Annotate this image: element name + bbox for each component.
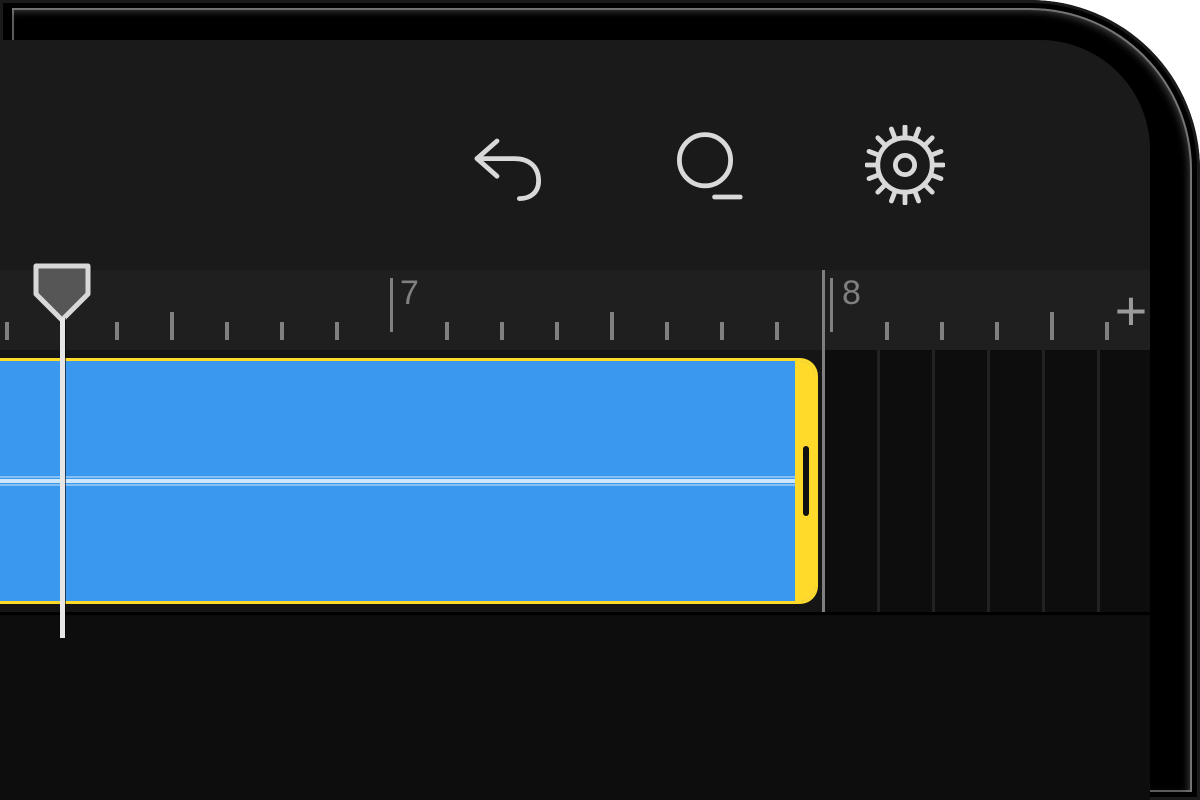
device-bezel: 78 + [0, 0, 1200, 800]
waveform [0, 479, 795, 483]
ruler-tick [60, 322, 64, 340]
track-gridline [1042, 350, 1045, 612]
ruler-tick [885, 322, 889, 340]
ruler-bar-label: 8 [842, 274, 861, 313]
track-gridline [932, 350, 935, 612]
ruler-tick [170, 312, 174, 340]
ruler-tick [445, 322, 449, 340]
clip-drag-grip-icon [803, 446, 809, 516]
undo-icon [465, 125, 545, 205]
ruler-bar-label: 7 [400, 274, 419, 313]
ruler-tick [665, 322, 669, 340]
ruler-tick [1050, 312, 1054, 340]
undo-button[interactable] [460, 120, 550, 210]
timeline-ruler[interactable]: 78 [0, 270, 1150, 350]
clip-body [0, 361, 795, 601]
audio-track-lane[interactable] [0, 350, 1150, 612]
app-screen: 78 + [0, 40, 1150, 800]
toolbar-icons [0, 120, 1150, 210]
gear-icon [865, 125, 945, 205]
add-section-button[interactable]: + [1106, 286, 1150, 346]
ruler-tick [940, 322, 944, 340]
toolbar [0, 40, 1150, 270]
track-gridline [1097, 350, 1100, 612]
ruler-tick [335, 322, 339, 340]
ruler-tick [280, 322, 284, 340]
ruler-tick [720, 322, 724, 340]
ruler-tick-bar [830, 278, 833, 332]
empty-track-area [0, 615, 1150, 800]
stage: 78 + [0, 0, 1200, 800]
beyond-section-dimmer [822, 350, 1150, 612]
ruler-tick [5, 322, 9, 340]
ruler-tick [610, 312, 614, 340]
track-gridline [987, 350, 990, 612]
ruler-tick [555, 322, 559, 340]
track-area [0, 350, 1150, 800]
track-gridline [877, 350, 880, 612]
loop-icon [665, 125, 745, 205]
settings-button[interactable] [860, 120, 950, 210]
ruler-tick [115, 322, 119, 340]
audio-clip[interactable] [0, 358, 818, 604]
ruler-tick [500, 322, 504, 340]
ruler-tick-bar [390, 278, 393, 332]
ruler-tick [775, 322, 779, 340]
loop-button[interactable] [660, 120, 750, 210]
ruler-tick [995, 322, 999, 340]
ruler-tick [225, 322, 229, 340]
